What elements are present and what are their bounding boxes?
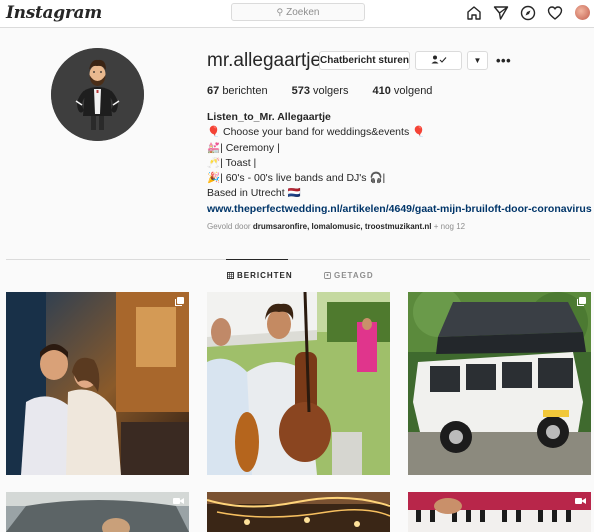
person-check-icon [431,55,446,64]
top-navigation-bar: Instagram ⚲ Zoeken [0,0,594,28]
post-thumbnail[interactable] [408,492,591,532]
post-thumbnail[interactable] [6,492,189,532]
home-icon[interactable] [466,5,482,21]
paper-plane-icon[interactable] [493,5,509,21]
video-camera-icon [173,498,184,504]
live-band-photo [207,292,390,475]
multiple-images-icon [175,297,184,306]
tab-posts[interactable]: BERICHTEN [227,271,293,280]
keyboard-player-photo [408,492,591,532]
multiple-images-icon [577,297,586,306]
post-thumbnail[interactable] [207,492,390,532]
post-thumbnail[interactable] [6,292,189,475]
wedding-couple-photo [6,292,189,475]
search-input[interactable]: ⚲ Zoeken [231,3,365,21]
active-tab-indicator [226,259,288,260]
grid-icon [227,272,234,279]
car-interior-photo [6,492,189,532]
search-icon: ⚲ [276,7,284,17]
post-thumbnail[interactable] [207,292,390,475]
caret-down-icon: ▼ [473,56,482,65]
following-button[interactable] [415,51,462,70]
bio-website-link[interactable]: www.theperfectwedding.nl/artikelen/4649/… [207,202,592,217]
more-options-icon[interactable]: ••• [496,53,511,68]
stat-following[interactable]: 410 volgend [372,85,432,97]
tagged-person-icon [324,272,331,279]
stat-posts[interactable]: 67 berichten [207,85,268,97]
profile-stats: 67 berichten 573 volgers 410 volgend [207,85,456,97]
stat-followers[interactable]: 573 volgers [292,85,349,97]
bio-line: 🥂| Toast | [207,156,257,169]
bio-line: 🎈 Choose your band for weddings&events 🎈 [207,126,426,139]
profile-bio: Listen_to_Mr. Allegaartje 🎈 Choose your … [207,110,592,217]
user-avatar[interactable] [575,5,590,20]
instagram-logo[interactable]: Instagram [6,3,102,23]
suggestions-dropdown-button[interactable]: ▼ [467,51,488,70]
wedding-venue-lights-photo [207,492,390,532]
bio-full-name: Listen_to_Mr. Allegaartje [207,111,331,123]
van-with-rooftop-tent-photo [408,292,591,475]
heart-icon[interactable] [547,5,563,21]
bio-line: 💒| Ceremony | [207,141,280,154]
send-message-button[interactable]: Chatbericht sturen [319,51,410,70]
followed-by-text[interactable]: Gevold door drumsaronfire, lomalomusic, … [207,222,465,231]
bio-line: Based in Utrecht 🇳🇱 [207,187,301,200]
cartoon-avatar-illustration [51,48,144,141]
post-thumbnail[interactable] [408,292,591,475]
tabs-divider [6,259,590,260]
profile-picture[interactable] [51,48,144,141]
compass-icon[interactable] [520,5,536,21]
profile-username: mr.allegaartje [207,50,322,71]
bio-line: 🎉| 60's - 00's live bands and DJ's 🎧| [207,172,386,185]
tab-tagged[interactable]: GETAGD [324,271,374,280]
video-camera-icon [575,498,586,504]
search-placeholder: Zoeken [286,7,320,18]
